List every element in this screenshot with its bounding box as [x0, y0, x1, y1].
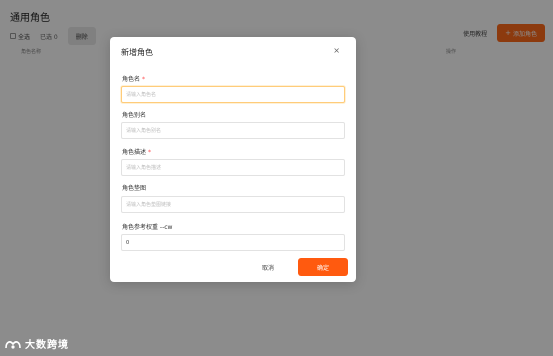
confirm-button[interactable]: 确定 — [298, 258, 348, 276]
role-image-url-input[interactable] — [121, 196, 345, 213]
dialog-title: 新增角色 — [121, 48, 153, 57]
role-name-input[interactable] — [121, 86, 345, 103]
close-icon[interactable]: × — [333, 47, 340, 55]
role-alias-input[interactable] — [121, 122, 345, 139]
watermark: 大数跨境 — [4, 336, 69, 351]
required-mark: * — [142, 76, 146, 83]
field-label-role-image: 角色垫图 — [122, 183, 146, 192]
add-role-dialog: 新增角色 × 角色名* 角色别名 角色描述* 角色垫图 角色参考权重 --cw … — [110, 37, 356, 282]
cancel-button[interactable]: 取消 — [246, 258, 290, 276]
watermark-text: 大数跨境 — [25, 340, 69, 351]
field-label-role-description: 角色描述 * — [122, 147, 151, 156]
field-label-role-weight: 角色参考权重 --cw — [122, 222, 172, 231]
role-weight-input[interactable] — [121, 234, 345, 251]
required-mark: * — [148, 149, 152, 156]
field-label-text: 角色描述 — [122, 149, 147, 156]
field-label-role-name: 角色名 * — [122, 74, 145, 83]
watermark-logo-icon — [5, 340, 21, 349]
field-label-text: 角色垫图 — [122, 185, 147, 192]
role-description-input[interactable] — [121, 159, 345, 176]
field-label-text: 角色别名 — [122, 112, 147, 119]
field-label-role-alias: 角色别名 — [122, 110, 146, 119]
field-label-text: 角色名 — [122, 76, 141, 83]
field-label-text: 角色参考权重 --cw — [122, 224, 173, 231]
